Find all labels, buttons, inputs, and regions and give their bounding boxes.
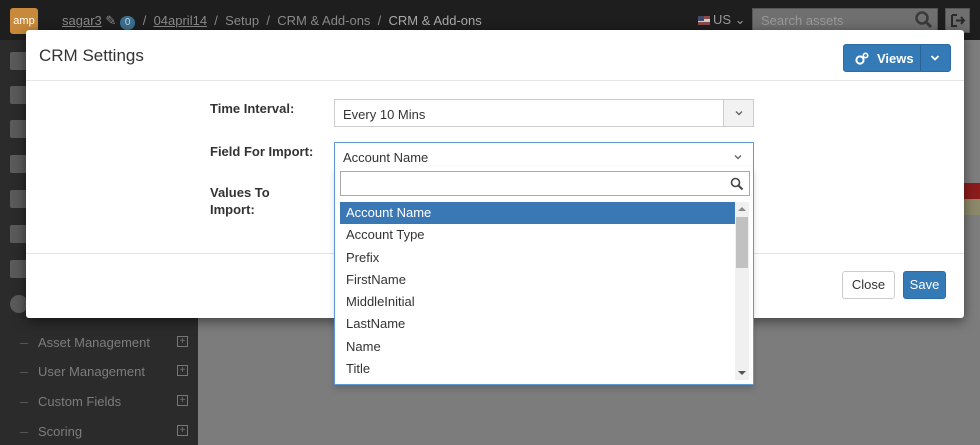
gears-icon xyxy=(855,52,869,65)
sidebar-item-user-management[interactable]: User Management + xyxy=(20,364,192,379)
expand-icon[interactable]: + xyxy=(177,365,188,376)
locale-label: US xyxy=(713,12,732,27)
field-for-import-value: Account Name xyxy=(343,150,429,165)
locale-selector[interactable]: US ⌄ xyxy=(698,12,746,28)
modal-title: CRM Settings xyxy=(39,46,144,65)
dropdown-option[interactable]: LastName xyxy=(340,313,735,335)
tree-connector xyxy=(20,402,28,404)
dropdown-search-input[interactable] xyxy=(340,171,750,196)
split-divider xyxy=(920,45,921,71)
views-button[interactable]: Views xyxy=(843,44,951,72)
save-button[interactable]: Save xyxy=(903,271,946,299)
sidebar-item-custom-fields[interactable]: Custom Fields + xyxy=(20,394,192,409)
chevron-down-icon[interactable] xyxy=(733,152,743,162)
breadcrumb-user-link[interactable]: sagar3 xyxy=(62,13,102,28)
select-arrow[interactable] xyxy=(723,100,753,126)
breadcrumb-current: CRM & Add-ons xyxy=(388,13,482,28)
sidebar-item-label: User Management xyxy=(38,364,145,379)
search-icon[interactable] xyxy=(914,10,934,30)
dropdown-option[interactable]: Account Name xyxy=(340,202,735,225)
values-to-import-label-line1: Values To xyxy=(210,185,270,200)
close-button[interactable]: Close xyxy=(842,271,895,299)
dropdown-options-list: Account Name Account Type Prefix FirstNa… xyxy=(340,202,735,380)
sidebar-item-scoring[interactable]: Scoring + xyxy=(20,424,192,439)
tree-connector xyxy=(20,343,28,345)
breadcrumb: sagar3 ✎ 0 / 04april14 / Setup / CRM & A… xyxy=(62,13,482,30)
dropdown-option[interactable]: FirstName xyxy=(340,269,735,291)
breadcrumb-separator: / xyxy=(377,13,382,28)
tree-connector xyxy=(20,372,28,374)
scroll-up-icon[interactable] xyxy=(738,207,746,211)
field-for-import-dropdown: Account Name Account Type Prefix FirstNa… xyxy=(334,167,754,385)
breadcrumb-setup[interactable]: Setup xyxy=(225,13,259,28)
chevron-down-icon[interactable] xyxy=(930,53,940,63)
dropdown-scrollbar[interactable] xyxy=(735,202,749,380)
status-tag xyxy=(964,183,980,199)
notice-strip xyxy=(964,199,980,215)
scrollbar-thumb[interactable] xyxy=(736,217,748,268)
logout-icon xyxy=(951,14,966,27)
pencil-icon[interactable]: ✎ xyxy=(105,13,116,28)
modal-header: CRM Settings Views xyxy=(26,30,964,81)
chevron-down-icon xyxy=(735,111,743,116)
values-to-import-label-line2: Import: xyxy=(210,202,255,217)
scroll-down-icon[interactable] xyxy=(738,371,746,375)
expand-icon[interactable]: + xyxy=(177,425,188,436)
expand-icon[interactable]: + xyxy=(177,395,188,406)
breadcrumb-separator: / xyxy=(142,13,147,28)
dropdown-option[interactable]: Account Type xyxy=(340,224,735,246)
breadcrumb-crm[interactable]: CRM & Add-ons xyxy=(277,13,370,28)
dropdown-option[interactable]: Title xyxy=(340,358,735,380)
dropdown-option[interactable]: MiddleInitial xyxy=(340,291,735,313)
sidebar-item-label: Custom Fields xyxy=(38,394,122,409)
time-interval-label: Time Interval: xyxy=(210,101,295,116)
us-flag-icon xyxy=(698,16,710,25)
search-icon xyxy=(730,177,744,191)
breadcrumb-separator: / xyxy=(214,13,218,28)
dropdown-option[interactable]: Prefix xyxy=(340,247,735,269)
tree-connector xyxy=(20,432,28,434)
breadcrumb-separator: / xyxy=(266,13,270,28)
views-button-label: Views xyxy=(877,51,914,66)
breadcrumb-account-link[interactable]: 04april14 xyxy=(154,13,208,28)
sidebar-item-label: Asset Management xyxy=(38,335,151,350)
expand-icon[interactable]: + xyxy=(177,336,188,347)
values-to-import-label: Values To Import: xyxy=(210,184,270,218)
sidebar-item-label: Scoring xyxy=(38,424,83,439)
sidebar-item-asset-management[interactable]: Asset Management + xyxy=(20,335,192,350)
field-for-import-select[interactable]: Account Name xyxy=(334,142,754,170)
time-interval-value: Every 10 Mins xyxy=(343,107,426,122)
notification-badge[interactable]: 0 xyxy=(119,16,136,30)
dropdown-option[interactable]: Name xyxy=(340,336,735,358)
field-for-import-label: Field For Import: xyxy=(210,144,314,159)
time-interval-select[interactable]: Every 10 Mins xyxy=(334,99,754,127)
